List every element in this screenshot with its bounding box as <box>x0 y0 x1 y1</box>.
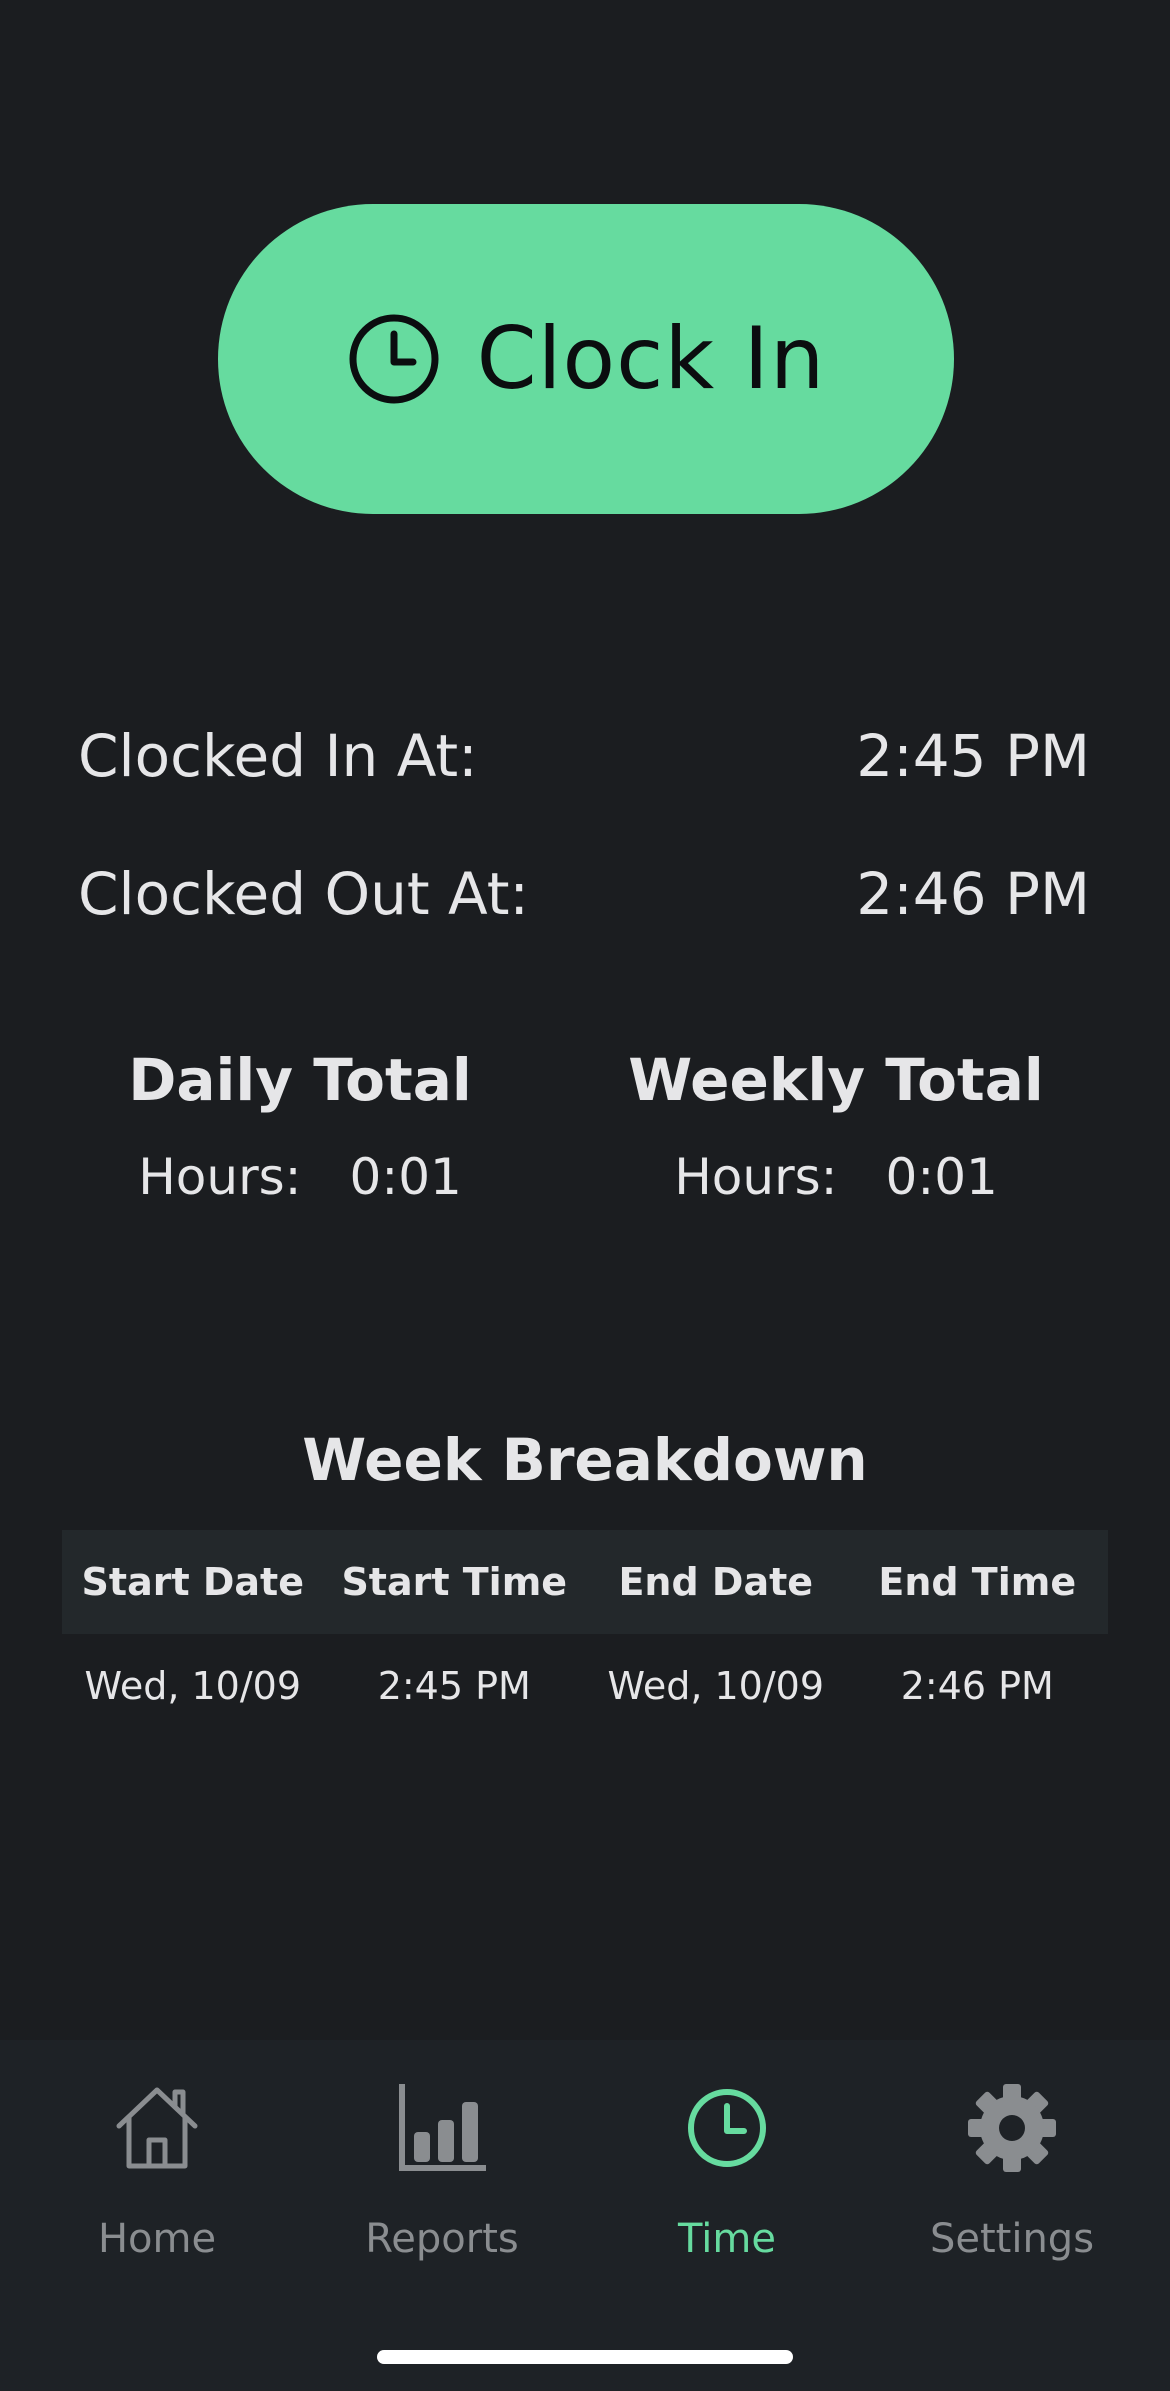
column-header-start-date: Start Date <box>81 1560 304 1604</box>
table-row: Wed, 10/09 2:45 PM Wed, 10/09 2:46 PM <box>62 1634 1108 1738</box>
tab-settings[interactable]: Settings <box>882 2080 1142 2280</box>
clocked-in-label: Clocked In At: <box>78 722 478 790</box>
end-date-cell: Wed, 10/09 <box>607 1664 824 1708</box>
clock-icon <box>688 2089 766 2167</box>
clocked-in-value: 2:45 PM <box>856 722 1090 790</box>
week-breakdown-table: Start Date Start Time End Date End Time … <box>62 1530 1108 1738</box>
daily-total: Daily Total Hours: 0:01 <box>70 1040 530 1212</box>
tab-home[interactable]: Home <box>27 2080 287 2280</box>
weekly-hours-value: 0:01 <box>885 1148 998 1206</box>
gear-icon <box>968 2084 1056 2172</box>
clock-in-button[interactable]: Clock In <box>218 204 954 514</box>
daily-hours-value: 0:01 <box>349 1148 462 1206</box>
clocked-out-value: 2:46 PM <box>856 860 1090 928</box>
start-date-cell: Wed, 10/09 <box>84 1664 301 1708</box>
weekly-hours: Hours: 0:01 <box>606 1142 1066 1212</box>
clock-in-label: Clock In <box>476 309 826 409</box>
tab-reports[interactable]: Reports <box>312 2080 572 2280</box>
end-time-cell: 2:46 PM <box>900 1664 1054 1708</box>
daily-hours-label: Hours: <box>138 1148 302 1206</box>
column-header-end-time: End Time <box>878 1560 1077 1604</box>
weekly-total-title: Weekly Total <box>628 1046 1044 1114</box>
column-header-end-date: End Date <box>618 1560 814 1604</box>
clock-icon <box>347 312 441 406</box>
column-header-start-time: Start Time <box>341 1560 568 1604</box>
bottom-tab-bar: Home Reports Time Settings <box>0 2040 1170 2391</box>
table-header: Start Date Start Time End Date End Time <box>62 1530 1108 1634</box>
week-breakdown-title: Week Breakdown <box>302 1426 868 1494</box>
clocked-in-row: Clocked In At: 2:45 PM <box>78 712 1090 800</box>
tab-time[interactable]: Time <box>597 2080 857 2280</box>
home-indicator <box>377 2350 793 2364</box>
tab-settings-label: Settings <box>929 2216 1095 2262</box>
time-screen: Clock In Clocked In At: 2:45 PM Clocked … <box>0 0 1170 2391</box>
clocked-out-row: Clocked Out At: 2:46 PM <box>78 850 1090 938</box>
daily-hours: Hours: 0:01 <box>70 1142 530 1212</box>
clocked-out-label: Clocked Out At: <box>78 860 529 928</box>
tab-time-label: Time <box>678 2216 776 2262</box>
weekly-total: Weekly Total Hours: 0:01 <box>606 1040 1066 1212</box>
bar-chart-icon <box>399 2084 486 2171</box>
tab-reports-label: Reports <box>365 2216 519 2262</box>
home-icon <box>116 2087 198 2169</box>
tab-home-label: Home <box>97 2216 217 2262</box>
start-time-cell: 2:45 PM <box>377 1664 531 1708</box>
totals-section: Daily Total Hours: 0:01 Weekly Total Hour… <box>0 1040 1170 1230</box>
weekly-hours-label: Hours: <box>674 1148 838 1206</box>
daily-total-title: Daily Total <box>128 1046 472 1114</box>
